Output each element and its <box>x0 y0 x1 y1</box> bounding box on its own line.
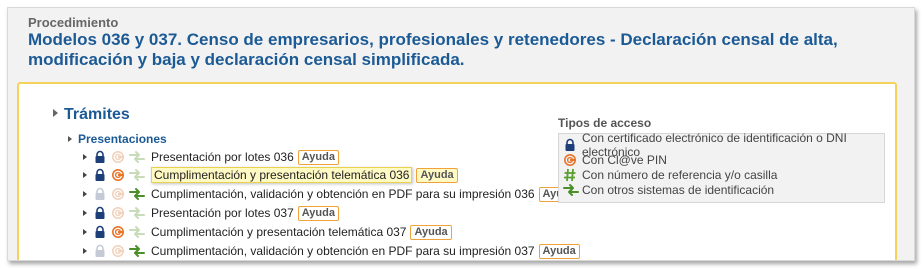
clave-icon <box>111 225 125 239</box>
access-type-item: Con otros sistemas de identificación <box>563 182 884 197</box>
presentaciones-heading: Presentaciones <box>78 132 167 146</box>
procedure-row[interactable]: Presentación por lotes 036 Ayuda <box>83 148 339 166</box>
access-type-label: Con número de referencia y/o casilla <box>582 167 778 182</box>
procedure-link[interactable]: Cumplimentación, validación y obtención … <box>151 187 535 201</box>
arrows-icon <box>129 244 145 258</box>
procedure-link[interactable]: Cumplimentación y presentación telemátic… <box>151 167 413 183</box>
procedure-frame: Procedimiento Modelos 036 y 037. Censo d… <box>7 7 915 261</box>
arrows-icon <box>129 187 145 201</box>
access-type-label: Con otros sistemas de identificación <box>582 182 775 197</box>
arrows-icon <box>129 168 145 182</box>
procedure-link[interactable]: Presentación por lotes 036 <box>151 150 294 164</box>
hash-icon <box>563 168 577 182</box>
lock-icon <box>93 150 107 164</box>
arrows-icon <box>129 225 145 239</box>
procedure-link[interactable]: Cumplimentación y presentación telemátic… <box>151 225 406 239</box>
clave-icon <box>111 168 125 182</box>
page-title: Modelos 036 y 037. Censo de empresarios,… <box>28 30 838 69</box>
expand-triangle-icon[interactable] <box>83 229 87 235</box>
procedure-row[interactable]: Cumplimentación, validación y obtención … <box>83 242 580 260</box>
arrows-icon <box>563 183 579 197</box>
procedure-row[interactable]: Cumplimentación, validación y obtención … <box>83 185 580 203</box>
help-button[interactable]: Ayuda <box>410 224 452 240</box>
arrows-icon <box>129 150 145 164</box>
presentaciones-toggle[interactable]: Presentaciones <box>68 132 167 146</box>
clave-icon <box>111 244 125 258</box>
clave-icon <box>111 206 125 220</box>
procedure-row[interactable]: Cumplimentación y presentación telemátic… <box>83 166 458 184</box>
lock-icon <box>93 244 107 258</box>
expand-triangle-icon[interactable] <box>83 154 87 160</box>
expand-triangle-icon[interactable] <box>83 191 87 197</box>
expand-triangle-icon <box>68 136 72 142</box>
expand-triangle-icon[interactable] <box>83 172 87 178</box>
access-type-item: Con número de referencia y/o casilla <box>563 167 884 182</box>
procedure-link[interactable]: Presentación por lotes 037 <box>151 206 294 220</box>
access-type-item: Con certificado electrónico de identific… <box>563 131 884 159</box>
tramites-heading: Trámites <box>64 106 130 123</box>
clave-icon <box>563 153 577 167</box>
lock-icon <box>93 187 107 201</box>
access-types: Tipos de acceso Con certificado electrón… <box>558 116 885 203</box>
tramites-section-toggle[interactable]: Trámites <box>53 106 130 124</box>
lock-icon <box>93 225 107 239</box>
procedure-row[interactable]: Cumplimentación y presentación telemátic… <box>83 223 452 241</box>
expand-triangle-icon[interactable] <box>83 210 87 216</box>
lock-icon <box>563 138 577 152</box>
access-types-title: Tipos de acceso <box>558 116 652 130</box>
lock-icon <box>93 206 107 220</box>
procedure-row[interactable]: Presentación por lotes 037 Ayuda <box>83 204 339 222</box>
clave-icon <box>111 150 125 164</box>
lock-icon <box>93 168 107 182</box>
arrows-icon <box>129 206 145 220</box>
help-button[interactable]: Ayuda <box>538 243 580 259</box>
help-button[interactable]: Ayuda <box>416 167 458 183</box>
clave-icon <box>111 187 125 201</box>
access-type-label: Con Cl@ve PIN <box>582 152 667 167</box>
expand-triangle-icon[interactable] <box>83 248 87 254</box>
procedure-label: Procedimiento <box>28 15 119 30</box>
expand-triangle-icon <box>53 109 58 117</box>
access-types-legend: Con certificado electrónico de identific… <box>558 131 885 203</box>
procedure-link[interactable]: Cumplimentación, validación y obtención … <box>151 244 535 258</box>
help-button[interactable]: Ayuda <box>297 205 339 221</box>
help-button[interactable]: Ayuda <box>297 149 339 165</box>
procedures-panel: Trámites Presentaciones Presentación por… <box>17 82 897 260</box>
